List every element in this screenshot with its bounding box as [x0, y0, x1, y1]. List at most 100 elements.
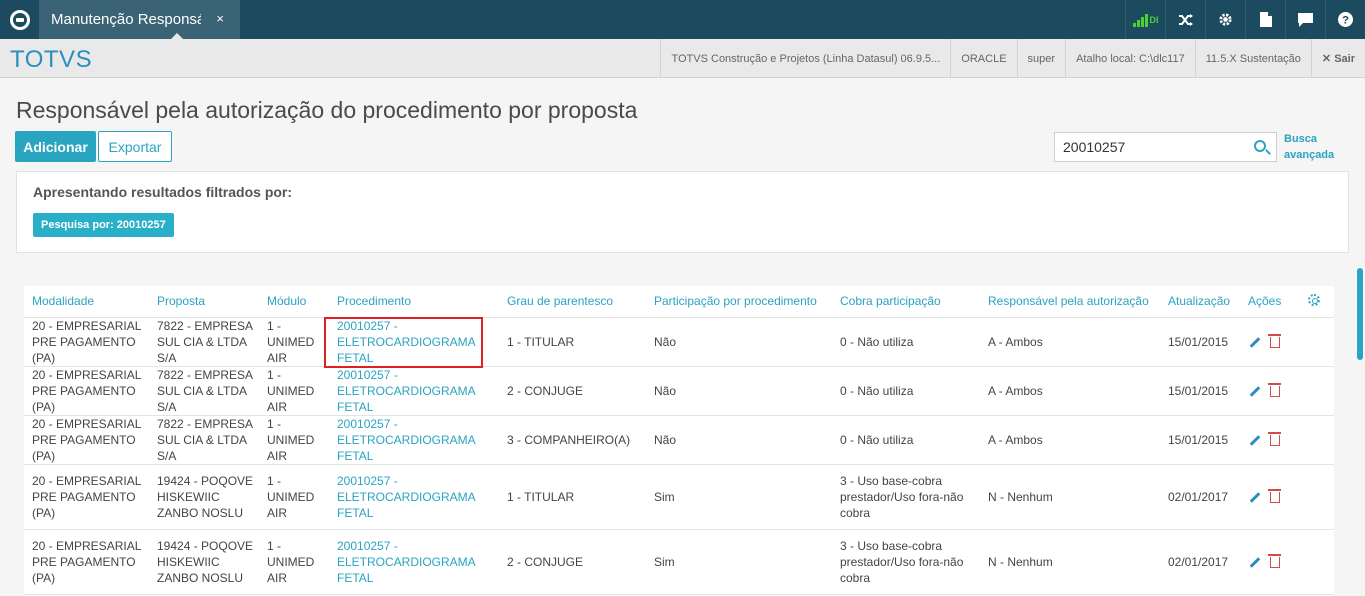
header-bar: TOTVS TOTVS Construção e Projetos (Linha…: [0, 39, 1365, 78]
help-icon: ?: [1338, 12, 1353, 27]
col-participacao[interactable]: Participação por procedimento: [646, 286, 832, 318]
col-responsavel[interactable]: Responsável pela autorização: [980, 286, 1160, 318]
cell-acoes: [1240, 317, 1300, 367]
cell-acoes: [1240, 529, 1300, 595]
cell-modulo: 1 - UNIMED AIR: [259, 529, 329, 595]
chat-icon: [1298, 12, 1313, 27]
col-proposta[interactable]: Proposta: [149, 286, 259, 318]
header-product: TOTVS Construção e Projetos (Linha Datas…: [660, 39, 950, 78]
search-box: [1054, 132, 1277, 162]
edit-icon[interactable]: [1248, 385, 1260, 397]
trash-icon[interactable]: [1268, 383, 1281, 397]
settings-button[interactable]: [1205, 0, 1245, 39]
chat-button[interactable]: [1285, 0, 1325, 39]
signal-button[interactable]: DI: [1125, 0, 1165, 39]
filter-chip[interactable]: Pesquisa por: 20010257: [33, 213, 174, 237]
trash-icon[interactable]: [1268, 554, 1281, 568]
cell-participacao: Sim: [646, 464, 832, 530]
cell-proposta: 7822 - EMPRESA SUL CIA & LTDA S/A: [149, 366, 259, 416]
header-user: super: [1016, 39, 1066, 78]
help-button[interactable]: ?: [1325, 0, 1365, 39]
cell-grau: 3 - COMPANHEIRO(A): [499, 415, 646, 465]
col-atualizacao[interactable]: Atualização: [1160, 286, 1240, 318]
top-icons: DI ?: [1125, 0, 1365, 39]
edit-icon[interactable]: [1248, 336, 1260, 348]
cell-cobra: 0 - Não utiliza: [832, 415, 980, 465]
col-procedimento[interactable]: Procedimento: [329, 286, 499, 318]
tab-manutencao[interactable]: Manutenção Responsá ×: [39, 0, 240, 39]
trash-icon[interactable]: [1268, 489, 1281, 503]
cell-procedimento[interactable]: 20010257 - ELETROCARDIOGRAMA FETAL: [329, 415, 499, 465]
col-modalidade[interactable]: Modalidade: [24, 286, 149, 318]
trash-icon[interactable]: [1268, 432, 1281, 446]
document-button[interactable]: [1245, 0, 1285, 39]
edit-icon[interactable]: [1248, 491, 1260, 503]
filter-panel: Apresentando resultados filtrados por: P…: [16, 171, 1349, 253]
app-logo-icon: [9, 9, 30, 30]
cell-empty: [1300, 464, 1334, 530]
header-database: ORACLE: [950, 39, 1016, 78]
table-header-row: Modalidade Proposta Módulo Procedimento …: [24, 286, 1334, 318]
table-row[interactable]: 20 - EMPRESARIAL PRE PAGAMENTO (PA) 7822 …: [24, 317, 1334, 367]
shuffle-button[interactable]: [1165, 0, 1205, 39]
settings-gear-icon[interactable]: [1308, 293, 1320, 306]
results-table: Modalidade Proposta Módulo Procedimento …: [24, 286, 1334, 596]
cell-participacao: Não: [646, 366, 832, 416]
tab-close-icon[interactable]: ×: [216, 11, 224, 26]
cell-responsavel: A - Ambos: [980, 317, 1160, 367]
svg-text:?: ?: [1342, 15, 1349, 27]
advanced-search-link[interactable]: Busca avançada: [1284, 131, 1334, 163]
cell-empty: [1300, 366, 1334, 416]
export-button[interactable]: Exportar: [98, 131, 172, 162]
table-row[interactable]: 20 - EMPRESARIAL PRE PAGAMENTO (PA) 19424…: [24, 464, 1334, 530]
signal-label: DI: [1149, 14, 1159, 25]
search-input[interactable]: [1055, 133, 1245, 161]
cell-responsavel: A - Ambos: [980, 366, 1160, 416]
cell-modalidade: 20 - EMPRESARIAL PRE PAGAMENTO (PA): [24, 317, 149, 367]
search-icon[interactable]: [1254, 140, 1266, 152]
cell-cobra: 0 - Não utiliza: [832, 366, 980, 416]
page-title: Responsável pela autorização do procedim…: [16, 97, 638, 123]
cell-grau: 2 - CONJUGE: [499, 366, 646, 416]
cell-atualizacao: 02/01/2017: [1160, 464, 1240, 530]
cell-modulo: 1 - UNIMED AIR: [259, 464, 329, 530]
cell-proposta: 7822 - EMPRESA SUL CIA & LTDA S/A: [149, 415, 259, 465]
header-info: TOTVS Construção e Projetos (Linha Datas…: [660, 39, 1365, 78]
cell-modulo: 1 - UNIMED AIR: [259, 415, 329, 465]
column-settings[interactable]: [1300, 286, 1334, 318]
trash-icon[interactable]: [1268, 334, 1281, 348]
cell-atualizacao: 15/01/2015: [1160, 366, 1240, 416]
edit-icon[interactable]: [1248, 556, 1260, 568]
cell-acoes: [1240, 366, 1300, 416]
table-row[interactable]: 20 - EMPRESARIAL PRE PAGAMENTO (PA) 7822 …: [24, 415, 1334, 465]
cell-cobra: 0 - Não utiliza: [832, 317, 980, 367]
add-button[interactable]: Adicionar: [15, 131, 96, 162]
cell-cobra: 3 - Uso base-cobra prestador/Uso fora-nã…: [832, 529, 980, 595]
gear-icon: [1219, 13, 1232, 26]
filter-title: Apresentando resultados filtrados por:: [33, 184, 293, 200]
cell-empty: [1300, 317, 1334, 367]
cell-procedimento[interactable]: 20010257 - ELETROCARDIOGRAMA FETAL: [329, 366, 499, 416]
cell-grau: 1 - TITULAR: [499, 317, 646, 367]
advanced-search-line1: Busca: [1284, 133, 1318, 145]
col-acoes: Ações: [1240, 286, 1300, 318]
cell-acoes: [1240, 464, 1300, 530]
col-grau[interactable]: Grau de parentesco: [499, 286, 646, 318]
cell-procedimento[interactable]: 20010257 - ELETROCARDIOGRAMA FETAL: [329, 317, 499, 367]
header-local-shortcut: Atalho local: C:\dlc117: [1065, 39, 1195, 78]
cell-participacao: Sim: [646, 529, 832, 595]
table-row[interactable]: 20 - EMPRESARIAL PRE PAGAMENTO (PA) 7822 …: [24, 366, 1334, 416]
edit-icon[interactable]: [1248, 434, 1260, 446]
signal-icon: [1132, 13, 1148, 27]
app-logo-button[interactable]: [0, 0, 39, 39]
col-cobra[interactable]: Cobra participação: [832, 286, 980, 318]
table-row[interactable]: 20 - EMPRESARIAL PRE PAGAMENTO (PA) 19424…: [24, 529, 1334, 595]
logout-button[interactable]: ✕ Sair: [1310, 39, 1365, 78]
cell-responsavel: N - Nenhum: [980, 464, 1160, 530]
cell-proposta: 19424 - POQOVE HISKEWIIC ZANBO NOSLU: [149, 464, 259, 530]
cell-procedimento[interactable]: 20010257 - ELETROCARDIOGRAMA FETAL: [329, 464, 499, 530]
col-modulo[interactable]: Módulo: [259, 286, 329, 318]
cell-procedimento[interactable]: 20010257 - ELETROCARDIOGRAMA FETAL: [329, 529, 499, 595]
cell-atualizacao: 15/01/2015: [1160, 317, 1240, 367]
page-scrollbar[interactable]: [1357, 268, 1363, 360]
